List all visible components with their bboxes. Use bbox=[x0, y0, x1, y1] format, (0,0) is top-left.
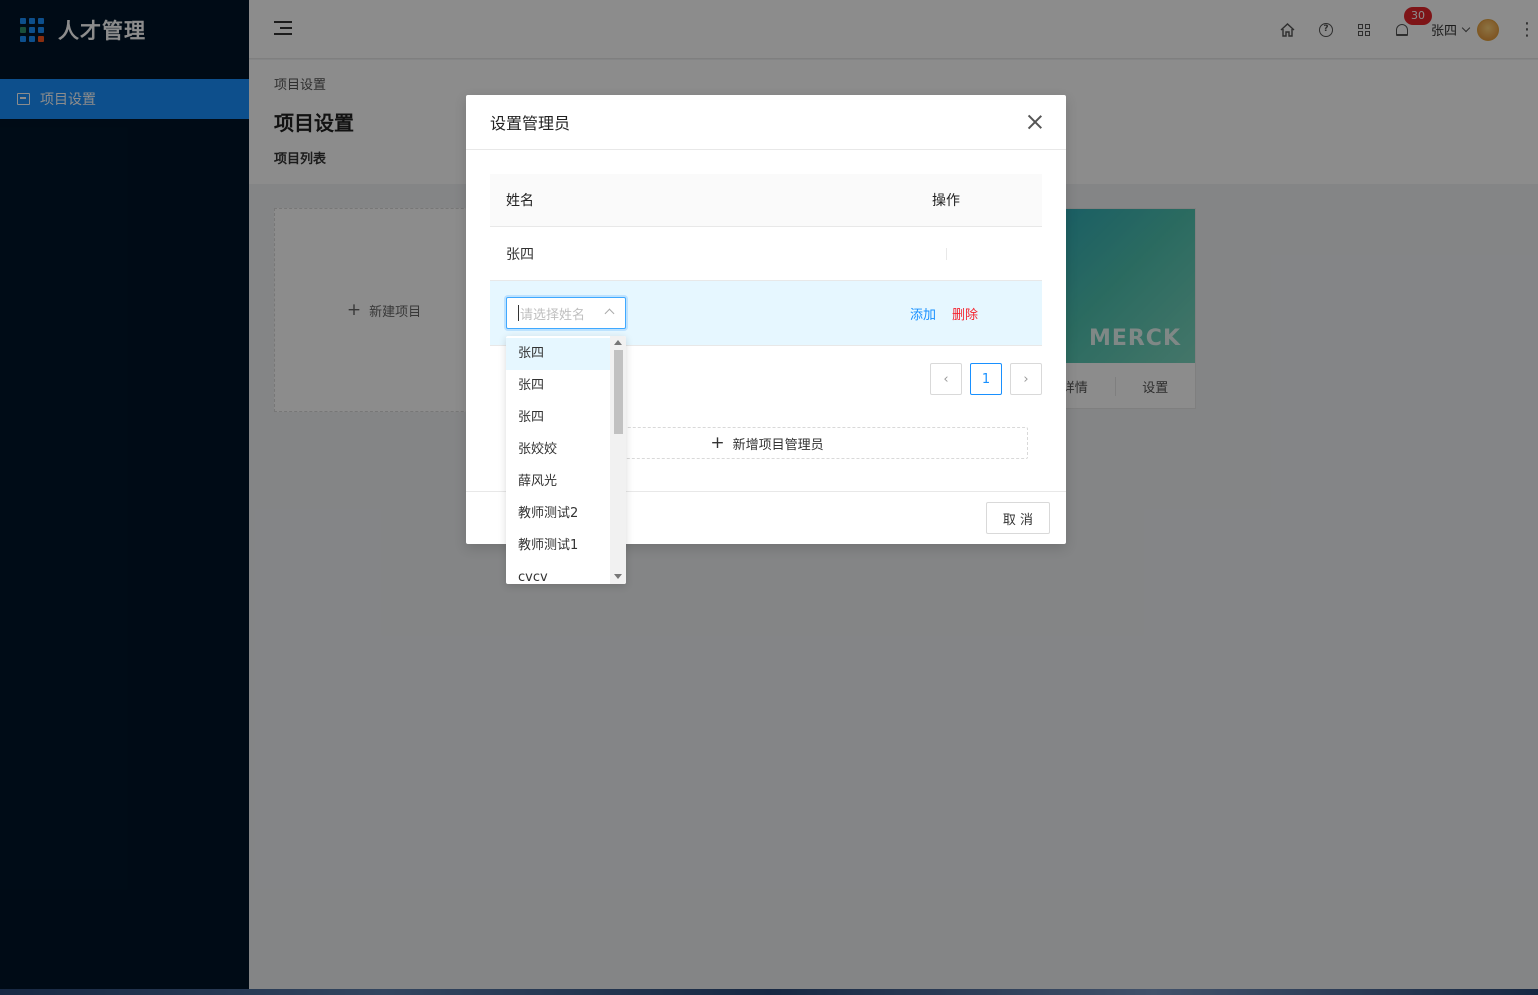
add-admin-label: 新增项目管理员 bbox=[732, 437, 824, 453]
dropdown-option[interactable]: 张四 bbox=[506, 402, 610, 434]
table-header: 姓名 操作 bbox=[490, 174, 1042, 227]
dropdown-option[interactable]: 张姣姣 bbox=[506, 434, 610, 466]
divider bbox=[946, 247, 947, 260]
name-select[interactable]: 请选择姓名 bbox=[506, 297, 626, 329]
dropdown-option[interactable]: cvcv bbox=[506, 562, 610, 584]
scroll-down-icon[interactable] bbox=[614, 574, 622, 579]
add-link[interactable]: 添加 bbox=[910, 304, 936, 323]
pagination: ‹ 1 › bbox=[930, 363, 1042, 395]
select-placeholder: 请选择姓名 bbox=[520, 307, 586, 323]
dropdown-option[interactable]: 教师测试1 bbox=[506, 530, 610, 562]
dropdown-option[interactable]: 教师测试2 bbox=[506, 498, 610, 530]
prev-page-button[interactable]: ‹ bbox=[930, 363, 962, 395]
scroll-up-icon[interactable] bbox=[614, 340, 622, 345]
modal-title: 设置管理员 bbox=[490, 114, 571, 133]
dropdown-option[interactable]: 薛风光 bbox=[506, 466, 610, 498]
page-number[interactable]: 1 bbox=[970, 363, 1002, 395]
close-icon[interactable] bbox=[1028, 115, 1042, 129]
name-dropdown: 张四 张四 张四 张姣姣 薛风光 教师测试2 教师测试1 cvcv bbox=[506, 336, 626, 584]
row-actions: 添加 删除 bbox=[902, 304, 1042, 323]
dropdown-scrollbar[interactable] bbox=[610, 336, 626, 584]
cancel-button[interactable]: 取 消 bbox=[986, 502, 1050, 534]
action-cell bbox=[902, 247, 1042, 260]
modal-header: 设置管理员 bbox=[466, 95, 1066, 150]
table-row: 张四 bbox=[490, 227, 1042, 281]
name-select-cell: 请选择姓名 bbox=[490, 297, 902, 329]
scrollbar-thumb[interactable] bbox=[614, 350, 623, 434]
admin-name-cell: 张四 bbox=[506, 246, 534, 263]
delete-link[interactable]: 删除 bbox=[952, 304, 978, 323]
dropdown-option[interactable]: 张四 bbox=[506, 338, 610, 370]
admin-table: 姓名 操作 张四 请选择姓名 添加 删除 bbox=[490, 174, 1042, 346]
dropdown-option[interactable]: 张四 bbox=[506, 370, 610, 402]
text-cursor bbox=[518, 305, 519, 321]
column-name: 姓名 bbox=[506, 193, 534, 209]
column-action: 操作 bbox=[932, 193, 960, 209]
plus-icon: + bbox=[710, 432, 725, 453]
chevron-up-icon bbox=[604, 308, 615, 319]
next-page-button[interactable]: › bbox=[1010, 363, 1042, 395]
